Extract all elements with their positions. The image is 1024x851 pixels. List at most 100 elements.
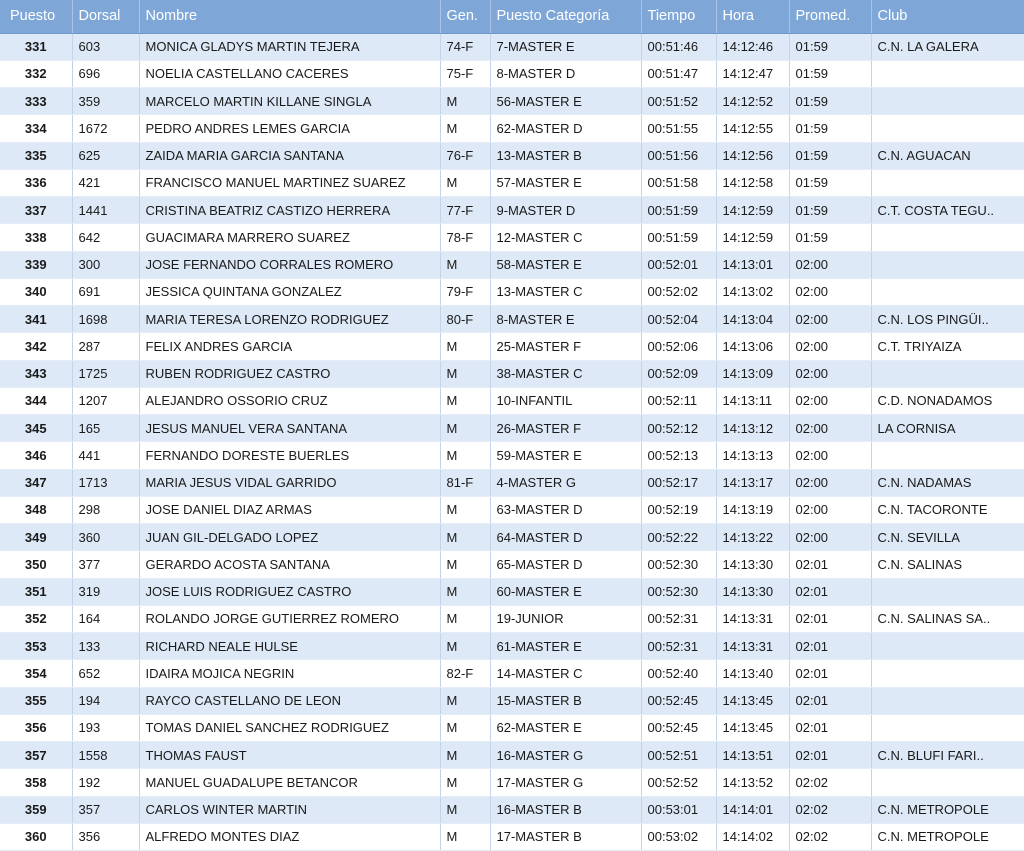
cell-puesto-categoria: 8-MASTER D <box>490 60 642 89</box>
cell-tiempo: 00:52:31 <box>641 605 717 634</box>
cell-club: C.N. TACORONTE <box>871 496 1024 525</box>
cell-hora: 14:13:06 <box>716 332 790 361</box>
cell-nombre: THOMAS FAUST <box>139 741 441 770</box>
cell-puesto-categoria: 16-MASTER B <box>490 796 642 824</box>
table-row[interactable]: 351 319 JOSE LUIS RODRIGUEZ CASTRO M 60-MAST… <box>0 578 1024 606</box>
cell-puesto-categoria: 26-MASTER F <box>490 414 642 443</box>
table-row[interactable]: 354 652 IDAIRA MOJICA NEGRIN 82-F 14-MASTER … <box>0 659 1024 688</box>
cell-puesto: 346 <box>0 441 73 470</box>
header-club[interactable]: Club <box>871 0 1024 34</box>
header-promed[interactable]: Promed. <box>789 0 872 34</box>
table-row[interactable]: 332 696 NOELIA CASTELLANO CACERES 75-F 8-MAS… <box>0 60 1024 89</box>
cell-nombre: JOSE FERNANDO CORRALES ROMERO <box>139 251 441 279</box>
table-row[interactable]: 360 356 ALFREDO MONTES DIAZ M 17-MASTER B 00:… <box>0 823 1024 851</box>
cell-tiempo: 00:52:22 <box>641 523 717 552</box>
cell-club: C.T. TRIYAIZA <box>871 332 1024 361</box>
cell-tiempo: 00:53:02 <box>641 823 717 851</box>
table-row[interactable]: 356 193 TOMAS DANIEL SANCHEZ RODRIGUEZ M 62-… <box>0 714 1024 743</box>
cell-gen: M <box>440 414 491 443</box>
cell-nombre: ALFREDO MONTES DIAZ <box>139 823 441 851</box>
cell-tiempo: 00:51:52 <box>641 87 717 116</box>
cell-hora: 14:13:17 <box>716 469 790 497</box>
cell-club: C.N. AGUACAN <box>871 142 1024 170</box>
cell-dorsal: 298 <box>72 496 140 525</box>
cell-gen: M <box>440 523 491 552</box>
cell-nombre: FELIX ANDRES GARCIA <box>139 332 441 361</box>
cell-dorsal: 1558 <box>72 741 140 770</box>
cell-club <box>871 169 1024 198</box>
table-row[interactable]: 345 165 JESUS MANUEL VERA SANTANA M 26-MASTE… <box>0 414 1024 443</box>
cell-gen: M <box>440 441 491 470</box>
cell-hora: 14:13:09 <box>716 360 790 388</box>
cell-promed: 02:00 <box>789 441 872 470</box>
header-gen[interactable]: Gen. <box>440 0 491 34</box>
table-row[interactable]: 331 603 MONICA GLADYS MARTIN TEJERA 74-F 7-M… <box>0 33 1024 61</box>
table-row[interactable]: 352 164 ROLANDO JORGE GUTIERREZ ROMERO M 19-… <box>0 605 1024 634</box>
table-row[interactable]: 348 298 JOSE DANIEL DIAZ ARMAS M 63-MASTER D… <box>0 496 1024 525</box>
cell-hora: 14:13:01 <box>716 251 790 279</box>
header-hora[interactable]: Hora <box>716 0 790 34</box>
cell-dorsal: 287 <box>72 332 140 361</box>
table-row[interactable]: 340 691 JESSICA QUINTANA GONZALEZ 79-F 13-MA… <box>0 278 1024 307</box>
table-row[interactable]: 347 1713 MARIA JESUS VIDAL GARRIDO 81-F 4-MA… <box>0 469 1024 497</box>
table-row[interactable]: 349 360 JUAN GIL-DELGADO LOPEZ M 64-MASTER D… <box>0 523 1024 552</box>
cell-promed: 01:59 <box>789 60 872 89</box>
cell-hora: 14:13:30 <box>716 578 790 606</box>
cell-nombre: IDAIRA MOJICA NEGRIN <box>139 659 441 688</box>
table-row[interactable]: 353 133 RICHARD NEALE HULSE M 61-MASTER E 00:… <box>0 632 1024 661</box>
table-row[interactable]: 343 1725 RUBEN RODRIGUEZ CASTRO M 38-MASTER … <box>0 360 1024 388</box>
cell-club <box>871 87 1024 116</box>
cell-tiempo: 00:52:13 <box>641 441 717 470</box>
cell-puesto-categoria: 17-MASTER B <box>490 823 642 851</box>
table-row[interactable]: 342 287 FELIX ANDRES GARCIA M 25-MASTER F 00:… <box>0 332 1024 361</box>
table-row[interactable]: 334 1672 PEDRO ANDRES LEMES GARCIA M 62-MAST… <box>0 114 1024 143</box>
table-row[interactable]: 337 1441 CRISTINA BEATRIZ CASTIZO HERRERA 7… <box>0 196 1024 225</box>
cell-gen: M <box>440 768 491 797</box>
header-dorsal[interactable]: Dorsal <box>72 0 140 34</box>
cell-puesto: 338 <box>0 223 73 252</box>
cell-puesto-categoria: 62-MASTER D <box>490 114 642 143</box>
cell-dorsal: 652 <box>72 659 140 688</box>
cell-nombre: FRANCISCO MANUEL MARTINEZ SUAREZ <box>139 169 441 198</box>
cell-nombre: JESSICA QUINTANA GONZALEZ <box>139 278 441 307</box>
cell-dorsal: 1713 <box>72 469 140 497</box>
table-row[interactable]: 346 441 FERNANDO DORESTE BUERLES M 59-MASTER… <box>0 441 1024 470</box>
cell-hora: 14:12:46 <box>716 33 790 61</box>
table-row[interactable]: 359 357 CARLOS WINTER MARTIN M 16-MASTER B 00… <box>0 796 1024 824</box>
cell-nombre: MARIA TERESA LORENZO RODRIGUEZ <box>139 305 441 334</box>
header-tiempo[interactable]: Tiempo <box>641 0 717 34</box>
table-row[interactable]: 344 1207 ALEJANDRO OSSORIO CRUZ M 10-INFANTI… <box>0 387 1024 416</box>
cell-club <box>871 60 1024 89</box>
table-row[interactable]: 350 377 GERARDO ACOSTA SANTANA M 65-MASTER D… <box>0 550 1024 579</box>
header-nombre[interactable]: Nombre <box>139 0 441 34</box>
cell-club: LA CORNISA <box>871 414 1024 443</box>
table-row[interactable]: 357 1558 THOMAS FAUST M 16-MASTER G 00:52:51 1… <box>0 741 1024 770</box>
table-row[interactable]: 335 625 ZAIDA MARIA GARCIA SANTANA 76-F 13-M… <box>0 142 1024 170</box>
table-row[interactable]: 333 359 MARCELO MARTIN KILLANE SINGLA M 56-M… <box>0 87 1024 116</box>
table-row[interactable]: 341 1698 MARIA TERESA LORENZO RODRIGUEZ 80-… <box>0 305 1024 334</box>
header-puesto-categoria[interactable]: Puesto Categoría <box>490 0 642 34</box>
table-row[interactable]: 336 421 FRANCISCO MANUEL MARTINEZ SUAREZ M 5… <box>0 169 1024 198</box>
cell-gen: M <box>440 496 491 525</box>
cell-promed: 02:00 <box>789 469 872 497</box>
cell-gen: M <box>440 714 491 743</box>
cell-dorsal: 360 <box>72 523 140 552</box>
table-row[interactable]: 338 642 GUACIMARA MARRERO SUAREZ 78-F 12-MAS… <box>0 223 1024 252</box>
cell-dorsal: 1207 <box>72 387 140 416</box>
table-row[interactable]: 355 194 RAYCO CASTELLANO DE LEON M 15-MASTER… <box>0 687 1024 715</box>
cell-tiempo: 00:52:30 <box>641 550 717 579</box>
table-row[interactable]: 358 192 MANUEL GUADALUPE BETANCOR M 17-MASTE… <box>0 768 1024 797</box>
cell-promed: 02:00 <box>789 332 872 361</box>
cell-tiempo: 00:52:12 <box>641 414 717 443</box>
cell-club: C.T. COSTA TEGU.. <box>871 196 1024 225</box>
header-puesto[interactable]: Puesto <box>0 0 73 34</box>
cell-dorsal: 696 <box>72 60 140 89</box>
cell-puesto: 339 <box>0 251 73 279</box>
cell-puesto-categoria: 38-MASTER C <box>490 360 642 388</box>
cell-promed: 02:00 <box>789 251 872 279</box>
cell-puesto-categoria: 17-MASTER G <box>490 768 642 797</box>
table-row[interactable]: 339 300 JOSE FERNANDO CORRALES ROMERO M 58-M… <box>0 251 1024 279</box>
cell-hora: 14:13:45 <box>716 714 790 743</box>
cell-promed: 02:01 <box>789 605 872 634</box>
cell-puesto: 357 <box>0 741 73 770</box>
